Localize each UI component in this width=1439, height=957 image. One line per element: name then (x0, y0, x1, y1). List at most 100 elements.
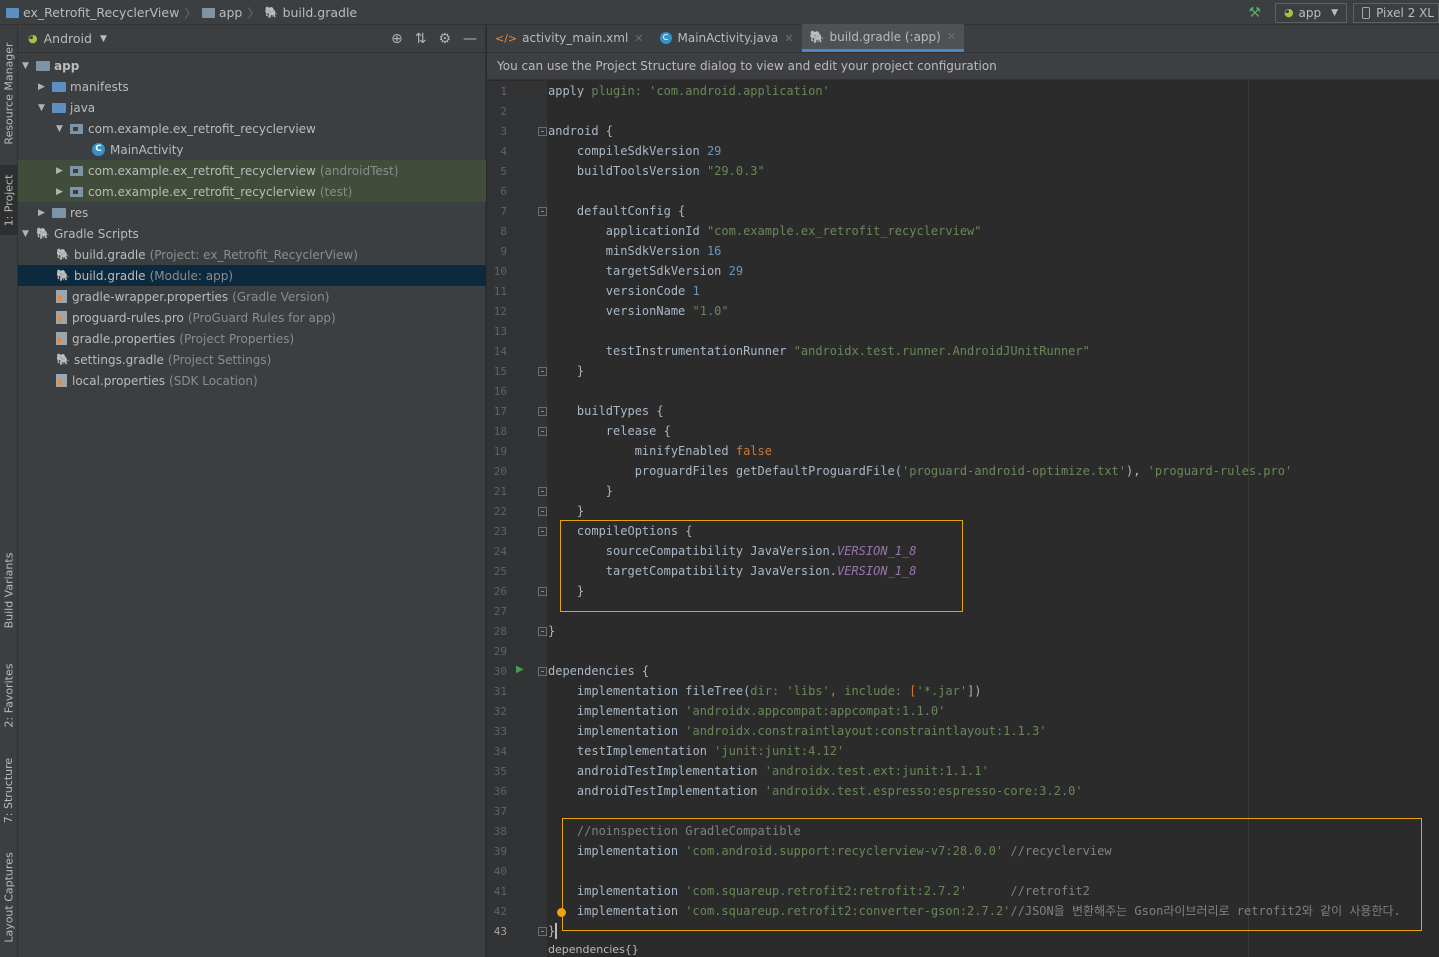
fold-marker-icon[interactable] (538, 667, 547, 676)
run-configuration-label: app (1298, 5, 1322, 20)
line-number: 22 (493, 505, 507, 518)
tab-build-variants[interactable]: Build Variants (0, 540, 18, 640)
gear-icon[interactable]: ⚙ (438, 31, 451, 47)
expand-arrow-icon[interactable]: ▶ (38, 208, 52, 218)
tree-item-package-test[interactable]: ▶ com.example.ex_retrofit_recyclerview (te… (18, 181, 486, 202)
expand-arrow-icon[interactable]: ▼ (38, 103, 52, 113)
tree-item-app[interactable]: ▼ app (18, 55, 486, 76)
line-number: 39 (493, 845, 507, 858)
tab-activity-main-xml[interactable]: </> activity_main.xml ✕ (487, 24, 652, 52)
tree-item-build-gradle-module[interactable]: 🐘 build.gradle (Module: app) (18, 265, 486, 286)
fold-marker-icon[interactable] (538, 587, 547, 596)
code-token: applicationId (548, 224, 707, 238)
fold-marker-icon[interactable] (538, 127, 547, 136)
tab-resource-manager[interactable]: Resource Manager (0, 33, 18, 153)
code-line: implementation fileTree(dir: 'libs', inc… (548, 681, 982, 701)
fold-marker-icon[interactable] (538, 527, 547, 536)
tree-item-gradle-scripts[interactable]: ▼ 🐘 Gradle Scripts (18, 223, 486, 244)
tab-project[interactable]: 1: Project (0, 165, 18, 235)
line-number: 29 (493, 645, 507, 658)
fold-marker-icon[interactable] (538, 627, 547, 636)
lightbulb-icon[interactable] (557, 908, 566, 917)
code-line: apply plugin: 'com.android.application' (548, 81, 830, 101)
breadcrumb-separator: 〉 (184, 5, 197, 21)
tree-item-gradle-wrapper[interactable]: gradle-wrapper.properties (Gradle Version… (18, 286, 486, 307)
make-project-hammer-icon[interactable]: ⚒ (1248, 5, 1261, 21)
code-breadcrumb[interactable]: dependencies{} (548, 943, 639, 957)
line-number: 36 (493, 785, 507, 798)
breadcrumb-module[interactable]: app (219, 5, 243, 20)
tree-item-java[interactable]: ▼ java (18, 97, 486, 118)
tree-item-res[interactable]: ▶ res (18, 202, 486, 223)
minimize-icon[interactable]: — (463, 31, 477, 47)
editor-area: </> activity_main.xml ✕ C MainActivity.java… (487, 24, 1439, 957)
code-token: 29 (728, 264, 744, 278)
code-line: android { (548, 121, 613, 141)
gradle-icon: 🐘 (36, 227, 50, 240)
fold-marker-icon[interactable] (538, 427, 547, 436)
expand-arrow-icon[interactable]: ▶ (56, 187, 70, 197)
resource-folder-icon (52, 207, 66, 218)
close-icon[interactable]: ✕ (784, 32, 793, 45)
code-token: } (548, 624, 556, 638)
tab-favorites[interactable]: 2: Favorites (0, 653, 18, 738)
expand-arrow-icon[interactable]: ▶ (38, 82, 52, 92)
tree-item-note: (Project: ex_Retrofit_RecyclerView) (149, 247, 358, 262)
tree-item-package[interactable]: ▼ com.example.ex_retrofit_recyclerview (18, 118, 486, 139)
code-token: versionCode (548, 284, 693, 298)
expand-arrow-icon[interactable]: ▼ (22, 229, 36, 239)
tab-mainactivity-java[interactable]: C MainActivity.java ✕ (652, 24, 802, 52)
tree-item-label: proguard-rules.pro (72, 310, 184, 325)
code-token: apply (548, 84, 592, 98)
chevron-down-icon[interactable]: ▼ (100, 34, 107, 44)
tree-item-label: com.example.ex_retrofit_recyclerview (88, 163, 316, 178)
tree-item-gradle-properties[interactable]: gradle.properties (Project Properties) (18, 328, 486, 349)
tree-item-label: com.example.ex_retrofit_recyclerview (88, 121, 316, 136)
line-number: 11 (493, 285, 507, 298)
tab-build-gradle-app[interactable]: 🐘 build.gradle (:app) ✕ (801, 24, 965, 52)
code-token: 'androidx.constraintlayout:constraintlay… (685, 724, 1047, 738)
tree-item-package-androidtest[interactable]: ▶ com.example.ex_retrofit_recyclerview (an… (18, 160, 486, 181)
gradle-icon: 🐘 (56, 353, 70, 366)
device-label: Pixel 2 XL (1376, 5, 1434, 20)
tab-label: 2: Favorites (2, 663, 16, 728)
tree-item-local-properties[interactable]: local.properties (SDK Location) (18, 370, 486, 391)
code-token: buildTypes { (548, 404, 664, 418)
breadcrumb-file[interactable]: build.gradle (283, 5, 358, 20)
fold-marker-icon[interactable] (538, 487, 547, 496)
tree-item-build-gradle-project[interactable]: 🐘 build.gradle (Project: ex_Retrofit_Recyc… (18, 244, 486, 265)
tree-item-settings-gradle[interactable]: 🐘 settings.gradle (Project Settings) (18, 349, 486, 370)
expand-arrow-icon[interactable]: ▼ (56, 124, 70, 134)
line-number: 23 (493, 525, 507, 538)
code-token: 'androidx.test.espresso:espresso-core:3.… (764, 784, 1083, 798)
fold-marker-icon[interactable] (538, 367, 547, 376)
code-editor[interactable]: 1 2 3 4 5 6 7 8 9 10 11 12 13 14 15 16 17 18 19 20 21 22 23 24 2… (487, 81, 1439, 957)
fold-marker-icon[interactable] (538, 407, 547, 416)
fold-marker-icon[interactable] (538, 927, 547, 936)
tree-item-mainactivity[interactable]: C MainActivity (18, 139, 486, 160)
collapse-all-icon[interactable]: ⇅ (415, 31, 427, 47)
close-icon[interactable]: ✕ (947, 30, 956, 43)
tree-item-proguard-rules[interactable]: proguard-rules.pro (ProGuard Rules for ap… (18, 307, 486, 328)
line-number: 21 (493, 485, 507, 498)
tab-label: build.gradle (:app) (829, 29, 941, 44)
run-configuration-dropdown[interactable]: ◕ app ▼ (1274, 2, 1348, 23)
tree-item-manifests[interactable]: ▶ manifests (18, 76, 486, 97)
device-selector[interactable]: Pixel 2 XL (1353, 2, 1439, 23)
fold-marker-icon[interactable] (538, 207, 547, 216)
locate-target-icon[interactable]: ⊕ (391, 31, 403, 47)
expand-arrow-icon[interactable]: ▼ (22, 61, 36, 71)
line-number: 28 (493, 625, 507, 638)
project-view-selector[interactable]: Android (44, 31, 92, 46)
fold-marker-icon[interactable] (538, 507, 547, 516)
breadcrumb-project[interactable]: ex_Retrofit_RecyclerView (23, 5, 179, 20)
close-icon[interactable]: ✕ (634, 32, 643, 45)
code-line: versionName "1.0" (548, 301, 729, 321)
code-token: } (548, 504, 585, 518)
text-caret (555, 923, 557, 939)
tab-structure[interactable]: 7: Structure (0, 750, 18, 830)
run-gutter-icon[interactable]: ▶ (516, 664, 524, 675)
tab-layout-captures[interactable]: Layout Captures (0, 845, 18, 950)
code-token: "1.0" (692, 304, 729, 318)
expand-arrow-icon[interactable]: ▶ (56, 166, 70, 176)
